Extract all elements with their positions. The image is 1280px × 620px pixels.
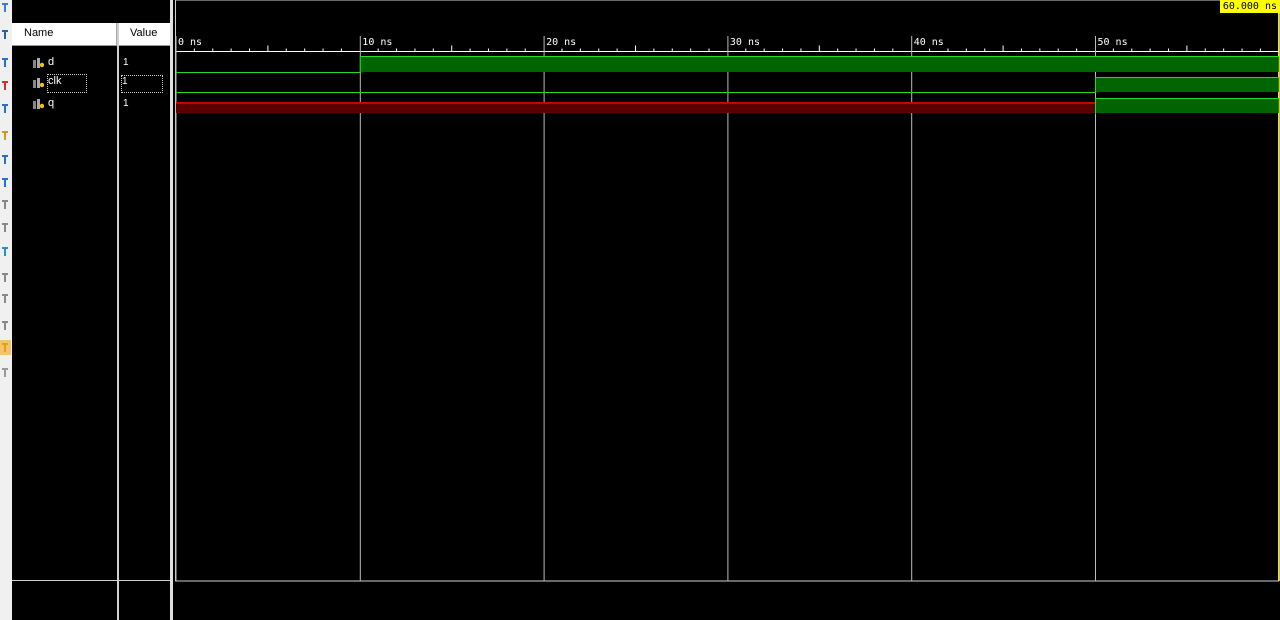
- signal-name[interactable]: d: [48, 56, 54, 68]
- swap-cursor-icon[interactable]: [0, 318, 11, 333]
- goto-cursor-icon[interactable]: [0, 128, 11, 143]
- signal-value: 1: [123, 98, 129, 109]
- signal-row-clk[interactable]: clk 1: [12, 74, 170, 93]
- snap-icon[interactable]: [0, 340, 11, 355]
- waveform-toolbar: [0, 0, 12, 620]
- time-tick-label: 30 ns: [730, 37, 760, 48]
- time-tick-label: 0 ns: [178, 37, 202, 48]
- signal-value: 1: [123, 57, 129, 68]
- signal-value: 1: [121, 75, 163, 93]
- goto-start-icon[interactable]: [0, 152, 11, 167]
- signal-row-d[interactable]: d1: [12, 55, 170, 73]
- signal-type-icon: [33, 78, 44, 88]
- wave-unknown-q: [176, 103, 1095, 113]
- waveform-pane[interactable]: 0 ns 10 ns 20 ns 30 ns 40 ns 50 ns 60.000 ns: [173, 0, 1280, 620]
- signal-type-icon: [33, 99, 44, 109]
- wave-high-d: [359, 56, 1279, 72]
- next-transition-icon[interactable]: [0, 220, 11, 235]
- add-marker-icon[interactable]: [0, 244, 11, 259]
- time-tick-label: 40 ns: [914, 37, 944, 48]
- signal-row-q[interactable]: q1: [12, 96, 170, 114]
- names-bottom-border: [12, 580, 170, 581]
- zoom-in-icon[interactable]: [0, 55, 11, 70]
- time-tick-label: 10 ns: [362, 37, 392, 48]
- zoom-fit-icon[interactable]: [0, 0, 11, 15]
- wave-high-clk: [1095, 77, 1279, 92]
- zoom-full-icon[interactable]: [0, 101, 11, 116]
- time-tick-label: 50 ns: [1098, 37, 1128, 48]
- cursor-time-label[interactable]: 60.000 ns: [1219, 0, 1280, 13]
- save-icon[interactable]: [0, 27, 11, 42]
- names-header: Name Value: [12, 23, 170, 46]
- next-marker-icon[interactable]: [0, 291, 11, 306]
- prev-marker-icon[interactable]: [0, 270, 11, 285]
- signal-names-pane: Name Value d 1 clk 1 q 1: [12, 0, 170, 620]
- wave-high-q: [1095, 98, 1279, 113]
- zoom-out-icon[interactable]: [0, 78, 11, 93]
- signal-name[interactable]: q: [48, 97, 54, 109]
- goto-end-icon[interactable]: [0, 175, 11, 190]
- prev-transition-icon[interactable]: [0, 197, 11, 212]
- waveform-canvas[interactable]: 0 ns 10 ns 20 ns 30 ns 40 ns 50 ns: [173, 0, 1280, 620]
- signal-name[interactable]: clk: [47, 74, 87, 93]
- name-column-header[interactable]: Name: [24, 27, 53, 39]
- value-column-header[interactable]: Value: [130, 27, 157, 39]
- signal-type-icon: [33, 58, 44, 68]
- settings-icon[interactable]: [0, 365, 11, 380]
- time-tick-label: 20 ns: [546, 37, 576, 48]
